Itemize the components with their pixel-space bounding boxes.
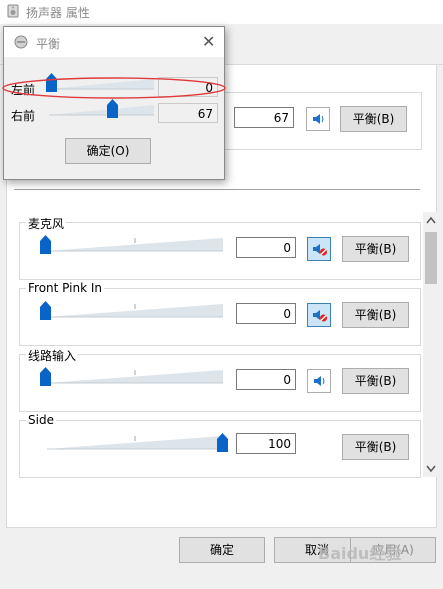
- speaker-muted-icon: [313, 310, 327, 322]
- front-pink-in-mute-button[interactable]: [307, 303, 331, 327]
- row-label: Front Pink In: [26, 281, 104, 295]
- window-title: 扬声器 属性: [26, 6, 90, 20]
- slider-track: [47, 436, 223, 450]
- slider-thumb[interactable]: [40, 367, 51, 386]
- microphone-balance-button[interactable]: 平衡(B): [342, 236, 409, 262]
- scroll-down-icon[interactable]: [426, 465, 436, 473]
- output-balance-button[interactable]: 平衡(B): [340, 106, 407, 132]
- line-in-value[interactable]: 0: [236, 369, 296, 390]
- slider-track: [47, 238, 223, 252]
- watermark: Baidu经验: [318, 544, 402, 563]
- speaker-app-icon: [7, 4, 19, 18]
- row-side: Side 100 平衡(B): [19, 413, 421, 478]
- balance-dialog: 平衡 ✕ 左前 0 右前 67 确定(O): [3, 26, 225, 180]
- vertical-scrollbar[interactable]: [423, 212, 439, 477]
- line-in-balance-button[interactable]: 平衡(B): [342, 368, 409, 394]
- row-line-in: 线路输入 0 平衡(B): [19, 347, 421, 412]
- output-speaker-button[interactable]: [306, 107, 330, 131]
- scroll-up-icon[interactable]: [426, 216, 436, 224]
- right-front-slider[interactable]: [46, 99, 156, 121]
- output-value-field[interactable]: 67: [234, 107, 294, 128]
- row-microphone: 麦克风 0 平衡(B): [19, 215, 421, 280]
- side-balance-button[interactable]: 平衡(B): [342, 434, 409, 460]
- side-slider[interactable]: [43, 433, 228, 455]
- row-label: 麦克风: [26, 215, 67, 232]
- front-pink-in-value[interactable]: 0: [236, 303, 296, 324]
- speaker-icon: [314, 376, 325, 386]
- line-in-speaker-button[interactable]: [307, 369, 331, 393]
- slider-thumb[interactable]: [40, 301, 51, 320]
- separator: [14, 189, 420, 190]
- close-icon[interactable]: ✕: [202, 32, 215, 51]
- right-front-label: 右前: [11, 109, 36, 123]
- slider-track: [47, 370, 223, 384]
- ok-button[interactable]: 确定: [179, 537, 265, 563]
- microphone-value[interactable]: 0: [236, 237, 296, 258]
- slider-thumb[interactable]: [217, 433, 228, 452]
- line-in-slider[interactable]: [40, 367, 223, 389]
- front-pink-in-slider[interactable]: [40, 301, 223, 323]
- slider-track: [49, 105, 154, 116]
- slider-thumb[interactable]: [40, 235, 51, 254]
- side-value[interactable]: 100: [236, 433, 296, 454]
- slider-thumb[interactable]: [107, 99, 118, 118]
- row-front-pink-in: Front Pink In 0 平衡(B): [19, 281, 421, 346]
- dialog-title-bar: 平衡 ✕: [4, 27, 224, 57]
- title-bar: 扬声器 属性: [0, 0, 443, 24]
- row-label: 线路输入: [26, 347, 79, 364]
- dialog-ok-button[interactable]: 确定(O): [65, 138, 151, 164]
- row-label: Side: [26, 413, 56, 427]
- right-front-value[interactable]: 67: [158, 103, 218, 123]
- slider-track: [47, 304, 223, 318]
- microphone-slider[interactable]: [40, 235, 223, 257]
- annotation-ellipse: [2, 77, 226, 99]
- microphone-mute-button[interactable]: [307, 237, 331, 261]
- speaker-icon: [313, 114, 324, 124]
- dialog-title: 平衡: [36, 37, 61, 51]
- speaker-muted-icon: [313, 244, 327, 256]
- scroll-thumb[interactable]: [425, 232, 437, 284]
- front-pink-in-balance-button[interactable]: 平衡(B): [342, 302, 409, 328]
- balance-icon: [14, 35, 28, 49]
